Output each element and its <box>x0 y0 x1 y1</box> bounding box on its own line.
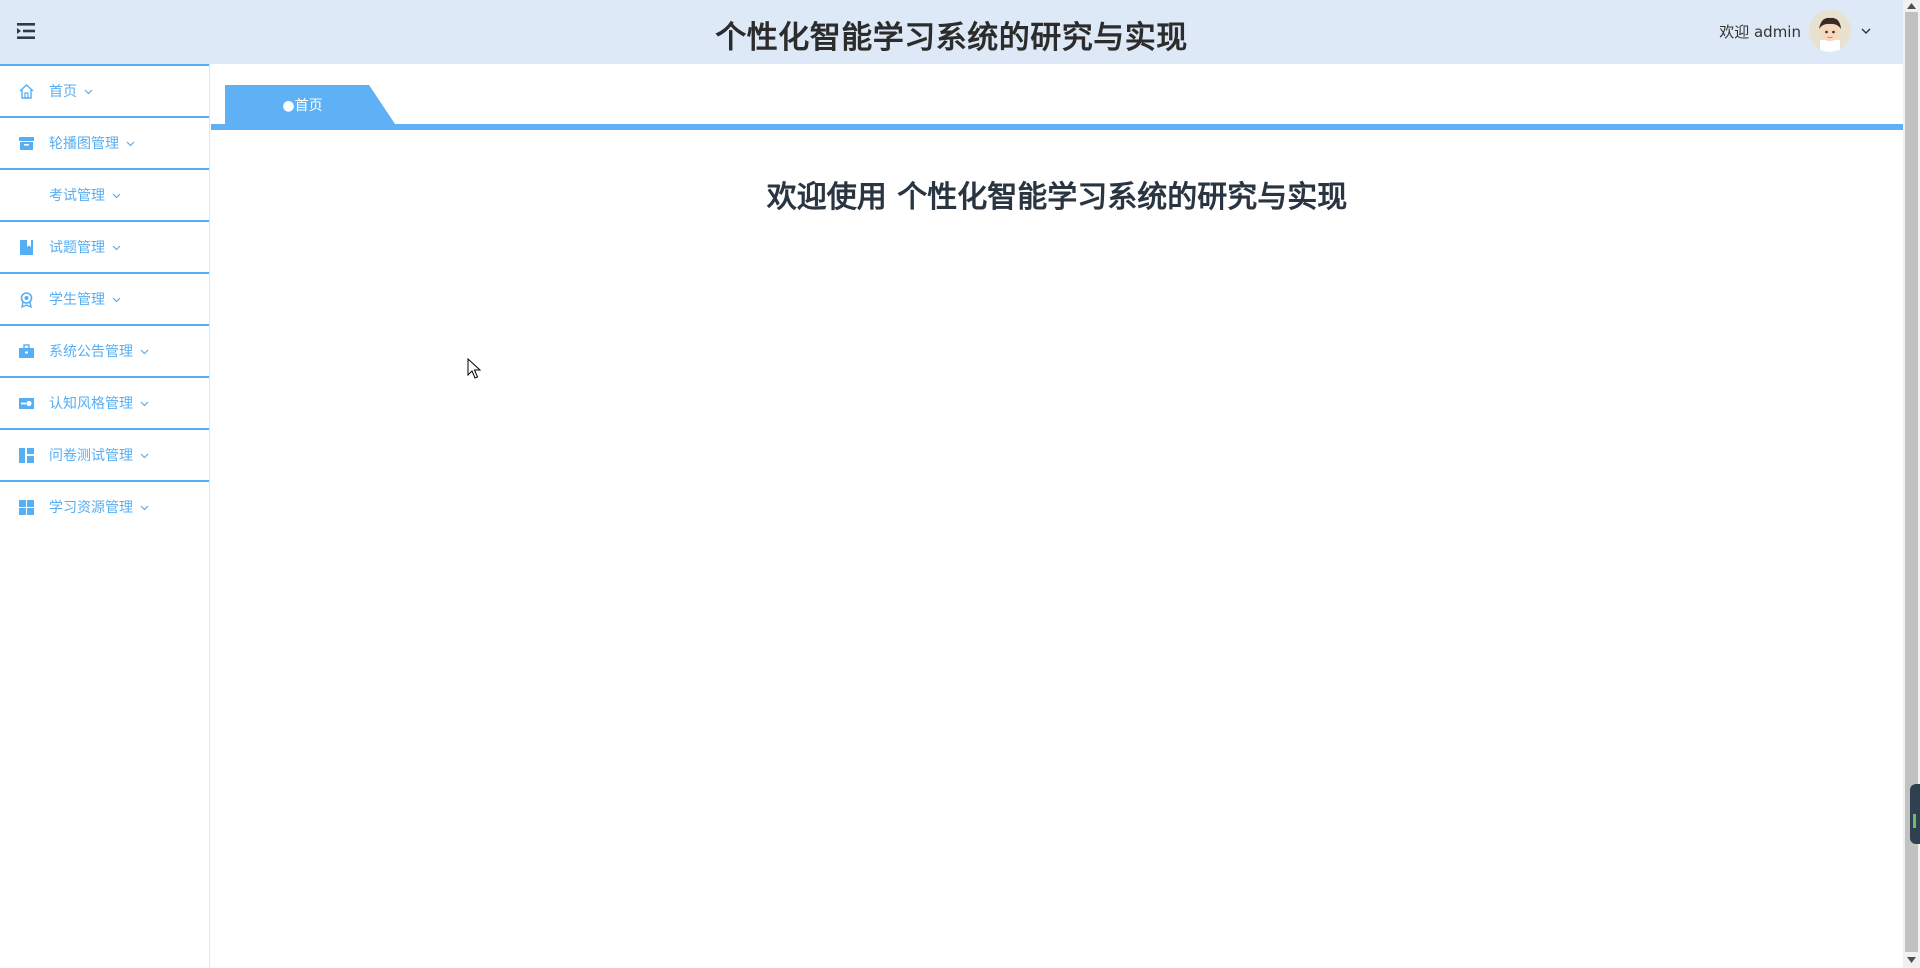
grid-icon <box>19 499 34 515</box>
chevron-down-icon <box>126 141 135 146</box>
chevron-down-icon <box>140 349 149 354</box>
user-menu[interactable]: 欢迎 admin <box>1719 10 1873 52</box>
chevron-down-icon <box>84 89 93 94</box>
sidebar: 首页 轮播图管理 考试管理 试题管理 学生管理 系统公告管理 认知风格管理 问卷… <box>0 64 210 968</box>
app-window: 个性化智能学习系统的研究与实现 欢迎 admin 首页 轮播图管理 考试管理 试… <box>0 0 1920 968</box>
chevron-down-icon <box>112 297 121 302</box>
toggle-icon <box>19 397 34 409</box>
floating-widget-handle[interactable] <box>1910 784 1920 844</box>
scroll-down-icon[interactable] <box>1907 957 1916 963</box>
carousel-icon <box>19 136 34 150</box>
tab-label: ●首页 <box>282 97 323 114</box>
user-avatar[interactable] <box>1809 10 1851 52</box>
sidebar-item-exam[interactable]: 考试管理 <box>0 168 209 220</box>
sidebar-item-students[interactable]: 学生管理 <box>0 272 209 324</box>
sidebar-item-label: 学生管理 <box>49 292 105 308</box>
avatar-illustration <box>1809 10 1851 52</box>
sidebar-item-label: 问卷测试管理 <box>49 448 133 464</box>
sidebar-item-label: 首页 <box>49 84 77 100</box>
app-title: 个性化智能学习系统的研究与实现 <box>715 20 1188 56</box>
briefcase-icon <box>19 343 34 358</box>
sidebar-item-label: 考试管理 <box>49 188 105 204</box>
chevron-down-icon <box>140 401 149 406</box>
sidebar-item-cognitive-style[interactable]: 认知风格管理 <box>0 376 209 428</box>
sidebar-item-carousel[interactable]: 轮播图管理 <box>0 116 209 168</box>
sidebar-item-label: 学习资源管理 <box>49 500 133 516</box>
main-content: ●首页 欢迎使用 个性化智能学习系统的研究与实现 <box>211 64 1903 968</box>
sidebar-item-home[interactable]: 首页 <box>0 64 209 116</box>
sidebar-item-announcements[interactable]: 系统公告管理 <box>0 324 209 376</box>
sidebar-item-label: 试题管理 <box>49 240 105 256</box>
sidebar-item-label: 系统公告管理 <box>49 344 133 360</box>
book-icon <box>20 239 33 255</box>
sidebar-item-label: 轮播图管理 <box>49 136 119 152</box>
sidebar-item-questionnaire[interactable]: 问卷测试管理 <box>0 428 209 480</box>
chevron-down-icon <box>140 505 149 510</box>
dashboard-icon <box>19 447 34 463</box>
chevron-down-icon <box>112 245 121 250</box>
tab-home[interactable]: ●首页 <box>225 85 395 124</box>
home-icon <box>19 83 34 99</box>
top-header: 个性化智能学习系统的研究与实现 欢迎 admin <box>0 0 1903 64</box>
scroll-up-icon[interactable] <box>1907 3 1916 9</box>
mouse-cursor-icon <box>467 358 481 379</box>
welcome-text: 欢迎 admin <box>1719 22 1801 41</box>
sidebar-item-resources[interactable]: 学习资源管理 <box>0 480 209 532</box>
sidebar-item-label: 认知风格管理 <box>49 396 133 412</box>
chevron-down-icon <box>112 193 121 198</box>
sidebar-item-questions[interactable]: 试题管理 <box>0 220 209 272</box>
tab-bar: ●首页 <box>211 85 1903 130</box>
welcome-heading: 欢迎使用 个性化智能学习系统的研究与实现 <box>766 180 1348 215</box>
badge-icon <box>20 291 33 308</box>
chevron-down-icon[interactable] <box>1859 24 1873 38</box>
chevron-down-icon <box>140 453 149 458</box>
